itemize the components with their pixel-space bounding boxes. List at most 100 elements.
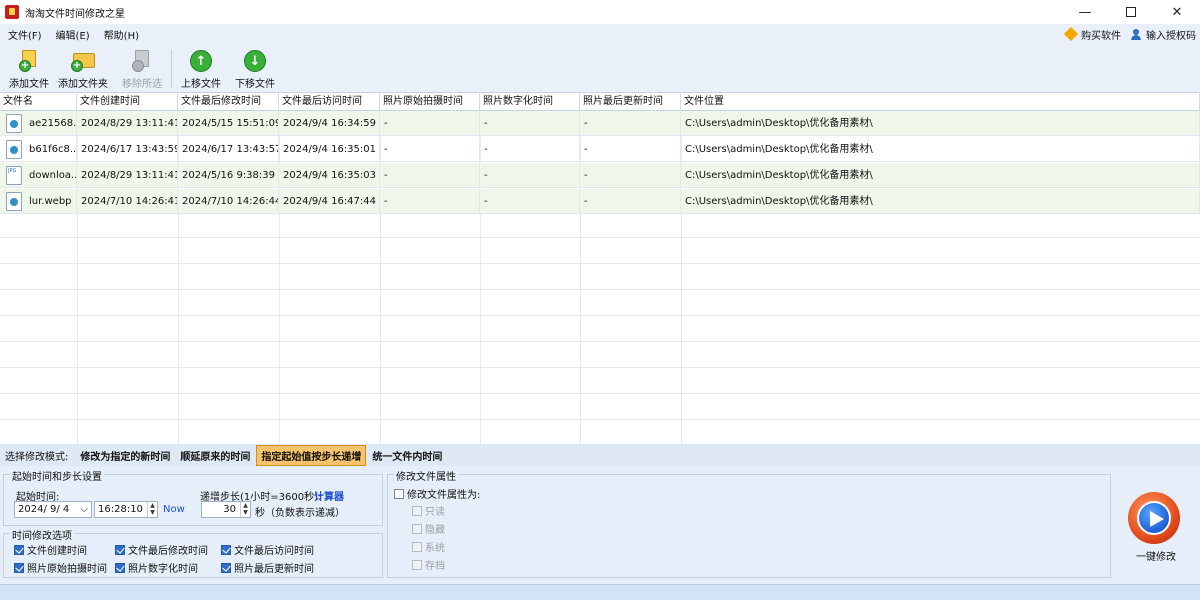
attr-archive-checkbox[interactable]: 存档 — [412, 557, 445, 572]
time-spinner[interactable]: ▲ ▼ — [147, 502, 157, 517]
menu-file[interactable]: 文件(F) — [8, 27, 42, 42]
settings-panel: 起始时间和步长设置 起始时间: 2024/ 9/ 4 ⌵ 16:28:10 ▲ ▼… — [0, 466, 1200, 584]
column-header-accessed[interactable]: 文件最后访问时间 — [279, 93, 380, 111]
attr-archive-label: 存档 — [425, 561, 445, 572]
calculator-link[interactable]: 计算器 — [314, 488, 344, 503]
table-row[interactable]: downloa... 2024/8/29 13:11:41 2024/5/16 … — [0, 163, 1200, 188]
opt-created-checkbox[interactable]: 文件创建时间 — [14, 542, 87, 557]
column-header-photo-taken[interactable]: 照片原始拍摄时间 — [380, 93, 480, 111]
add-folder-button[interactable]: + 添加文件夹 — [58, 50, 108, 90]
menu-help[interactable]: 帮助(H) — [104, 27, 139, 42]
minimize-button[interactable]: — — [1062, 0, 1108, 24]
attr-system-checkbox[interactable]: 系统 — [412, 539, 445, 554]
grid-line — [0, 367, 1200, 368]
user-icon — [1131, 28, 1141, 40]
table-row[interactable]: b61f6c8... 2024/6/17 13:43:59 2024/6/17 … — [0, 137, 1200, 162]
opt-modified-label: 文件最后修改时间 — [128, 546, 208, 557]
close-icon: ✕ — [1171, 4, 1183, 20]
cell-photo-digitized: - — [480, 137, 580, 162]
checkbox-checked-icon — [14, 562, 24, 573]
step-unit-label: 秒（负数表示递减） — [255, 508, 345, 519]
column-header-created[interactable]: 文件创建时间 — [77, 93, 178, 111]
opt-created-label: 文件创建时间 — [27, 546, 87, 557]
menu-bar: 文件(F) 编辑(E) 帮助(H) 购买软件 输入授权码 — [0, 24, 1200, 44]
one-click-modify-label[interactable]: 一键修改 — [1136, 548, 1176, 563]
start-date-value: 2024/ 9/ 4 — [18, 504, 70, 515]
column-header-filename[interactable]: 文件名 — [0, 93, 77, 111]
arrow-up-icon: ↑ — [190, 50, 212, 72]
cell-created: 2024/7/10 14:26:41 — [77, 189, 178, 214]
table-row[interactable]: ae21568... 2024/8/29 13:11:41 2024/5/15 … — [0, 111, 1200, 136]
opt-accessed-checkbox[interactable]: 文件最后访问时间 — [221, 542, 314, 557]
grid-line — [0, 315, 1200, 316]
column-header-photo-updated[interactable]: 照片最后更新时间 — [580, 93, 681, 111]
opt-accessed-label: 文件最后访问时间 — [234, 546, 314, 557]
status-bar — [0, 584, 1200, 600]
minimize-icon: — — [1078, 4, 1092, 20]
mode-option-step-increment[interactable]: 指定起始值按步长递增 — [256, 444, 367, 466]
time-options-group: 时间修改选项 文件创建时间 文件最后修改时间 文件最后访问时间 照片原始拍摄时间… — [3, 527, 383, 578]
mode-option-shift-time[interactable]: 顺延原来的时间 — [176, 446, 254, 465]
attr-hidden-checkbox[interactable]: 隐藏 — [412, 521, 445, 536]
attr-readonly-checkbox[interactable]: 只读 — [412, 503, 445, 518]
buy-software-link[interactable]: 购买软件 — [1063, 26, 1121, 42]
cell-filename: downloa... — [24, 163, 77, 188]
menu-right: 购买软件 输入授权码 — [1056, 24, 1196, 44]
opt-photo-digitized-label: 照片数字化时间 — [128, 564, 198, 575]
checkbox-checked-icon — [221, 562, 231, 573]
file-attributes-title: 修改文件属性 — [394, 468, 458, 483]
column-header-modified[interactable]: 文件最后修改时间 — [178, 93, 279, 111]
step-spinner[interactable]: ▲ ▼ — [240, 502, 250, 517]
cell-location: C:\Users\admin\Desktop\优化备用素材\ — [681, 163, 1200, 188]
checkbox-unchecked-icon — [412, 559, 422, 570]
cell-photo-updated: - — [580, 163, 681, 188]
now-link[interactable]: Now — [163, 504, 185, 515]
opt-photo-digitized-checkbox[interactable]: 照片数字化时间 — [115, 560, 198, 575]
jpg-file-icon — [6, 166, 22, 185]
grid-line — [0, 237, 1200, 238]
window-title: 淘淘文件时间修改之星 — [25, 8, 125, 20]
opt-modified-checkbox[interactable]: 文件最后修改时间 — [115, 542, 208, 557]
cell-modified: 2024/5/15 15:51:09 — [178, 111, 279, 136]
attr-system-label: 系统 — [425, 543, 445, 554]
add-file-label: 添加文件 — [9, 79, 49, 90]
close-button[interactable]: ✕ — [1154, 0, 1200, 24]
move-up-button[interactable]: ↑ 上移文件 — [181, 50, 221, 90]
grid-line — [0, 263, 1200, 264]
opt-photo-updated-label: 照片最后更新时间 — [234, 564, 314, 575]
column-header-photo-digitized[interactable]: 照片数字化时间 — [480, 93, 580, 111]
chevron-down-icon: ⌵ — [80, 504, 88, 515]
checkbox-checked-icon — [221, 544, 231, 555]
move-down-button[interactable]: ↓ 下移文件 — [235, 50, 275, 90]
opt-photo-updated-checkbox[interactable]: 照片最后更新时间 — [221, 560, 314, 575]
start-step-group: 起始时间和步长设置 起始时间: 2024/ 9/ 4 ⌵ 16:28:10 ▲ ▼… — [3, 468, 383, 526]
opt-photo-taken-checkbox[interactable]: 照片原始拍摄时间 — [14, 560, 107, 575]
table-row[interactable]: lur.webp 2024/7/10 14:26:41 2024/7/10 14… — [0, 189, 1200, 214]
mode-option-unify-time[interactable]: 统一文件内时间 — [368, 446, 446, 465]
one-click-modify-button[interactable] — [1128, 492, 1180, 544]
start-date-picker[interactable]: 2024/ 9/ 4 ⌵ — [14, 501, 92, 518]
add-file-icon: + — [19, 50, 39, 72]
cell-photo-taken: - — [380, 137, 480, 162]
cell-photo-updated: - — [580, 189, 681, 214]
mode-bar: 选择修改模式: 修改为指定的新时间 顺延原来的时间 指定起始值按步长递增 统一文… — [0, 444, 1200, 466]
remove-selected-button[interactable]: 移除所选 — [122, 50, 162, 90]
cell-modified: 2024/7/10 14:26:44 — [178, 189, 279, 214]
move-up-label: 上移文件 — [181, 79, 221, 90]
column-header-location[interactable]: 文件位置 — [681, 93, 1200, 111]
step-input[interactable]: 30 ▲ ▼ — [201, 501, 251, 518]
cell-modified: 2024/6/17 13:43:57 — [178, 137, 279, 162]
start-time-input[interactable]: 16:28:10 ▲ ▼ — [94, 501, 158, 518]
checkbox-unchecked-icon — [412, 541, 422, 552]
cell-location: C:\Users\admin\Desktop\优化备用素材\ — [681, 111, 1200, 136]
menu-edit[interactable]: 编辑(E) — [56, 27, 90, 42]
add-file-button[interactable]: + 添加文件 — [9, 50, 49, 90]
mode-option-new-time[interactable]: 修改为指定的新时间 — [76, 446, 174, 465]
enter-license-link[interactable]: 输入授权码 — [1131, 27, 1196, 42]
modify-attributes-checkbox[interactable]: 修改文件属性为: — [394, 486, 480, 501]
cell-location: C:\Users\admin\Desktop\优化备用素材\ — [681, 137, 1200, 162]
file-attributes-group: 修改文件属性 修改文件属性为: 只读 隐藏 系统 存档 — [387, 468, 1111, 578]
cell-photo-updated: - — [580, 137, 681, 162]
maximize-button[interactable] — [1108, 0, 1154, 24]
add-folder-label: 添加文件夹 — [58, 79, 108, 90]
